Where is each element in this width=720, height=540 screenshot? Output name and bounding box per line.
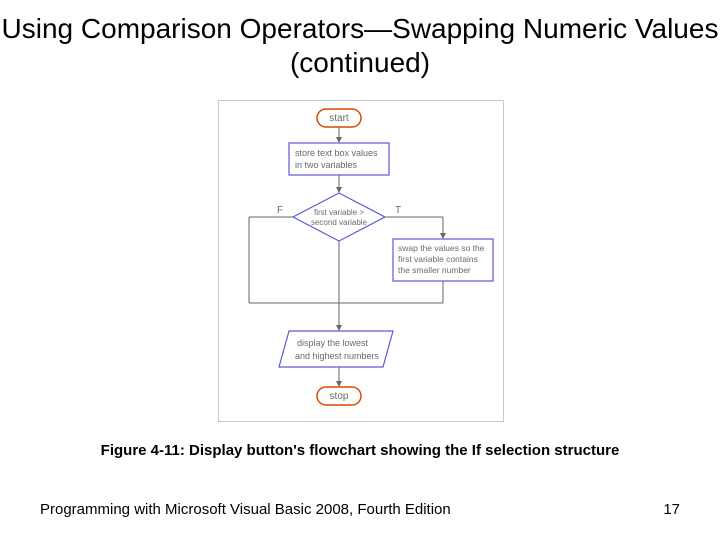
decision-line2: second variable [311,218,368,227]
slide: Using Comparison Operators—Swapping Nume… [0,0,720,540]
flowchart-decision: first variable > second variable [293,193,385,241]
store-line2: in two variables [295,160,358,170]
stop-label: stop [330,391,349,402]
decision-true-label: T [395,205,401,216]
swap-line1: swap the values so the [398,243,485,253]
footer-text: Programming with Microsoft Visual Basic … [40,501,451,518]
figure-caption: Figure 4-11: Display button's flowchart … [0,442,720,459]
store-line1: store text box values [295,148,378,158]
flowchart-store: store text box values in two variables [289,143,389,175]
flowchart-figure: start store text box values in two varia… [218,100,504,422]
flowchart-display: display the lowest and highest numbers [279,331,393,367]
flowchart-svg: start store text box values in two varia… [219,101,503,421]
page-number: 17 [663,501,680,518]
display-line2: and highest numbers [295,351,380,361]
slide-title: Using Comparison Operators—Swapping Nume… [0,12,720,79]
display-line1: display the lowest [297,338,369,348]
flowchart-stop: stop [317,387,361,405]
flowchart-start: start [317,109,361,127]
start-label: start [329,113,349,124]
decision-line1: first variable > [314,208,364,217]
swap-line3: the smaller number [398,265,471,275]
swap-line2: first variable contains [398,254,478,264]
decision-false-label: F [277,205,283,216]
flowchart-swap: swap the values so the first variable co… [393,239,493,281]
